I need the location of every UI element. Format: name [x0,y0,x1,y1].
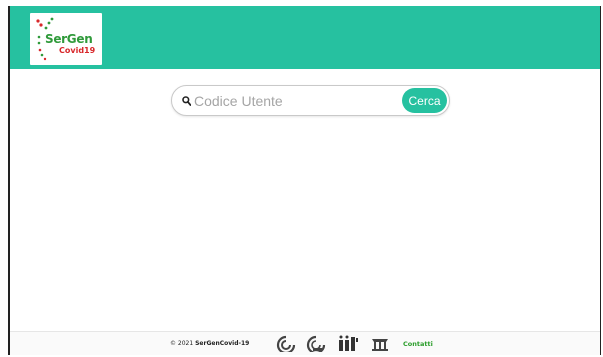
search-icon [182,96,191,106]
search-bar: Cerca [171,85,450,116]
cnr-iba-logo-icon[interactable] [306,335,326,352]
search-button-label: Cerca [408,93,441,108]
logo-subtitle: Covid19 [59,46,96,55]
isti-logo-icon[interactable] [370,335,390,352]
sergen-logo[interactable]: SerGen Covid19 [30,13,102,65]
app-window: SerGen Covid19 Cerca © 2021 SerGenCovid-… [8,6,601,355]
copyright-name: SerGenCovid-19 [195,340,250,347]
copyright: © 2021 SerGenCovid-19 [170,340,249,347]
top-bar: SerGen Covid19 [10,6,600,69]
copyright-prefix: © 2021 [170,340,194,347]
footer: © 2021 SerGenCovid-19 Contatti [10,331,600,355]
cnr-logo-icon[interactable] [276,335,296,352]
search-input[interactable] [194,90,394,111]
contact-link[interactable]: Contatti [403,340,433,348]
search-button[interactable]: Cerca [402,88,447,113]
iit-logo-icon[interactable] [337,335,359,352]
logo-title: SerGen [45,32,93,46]
